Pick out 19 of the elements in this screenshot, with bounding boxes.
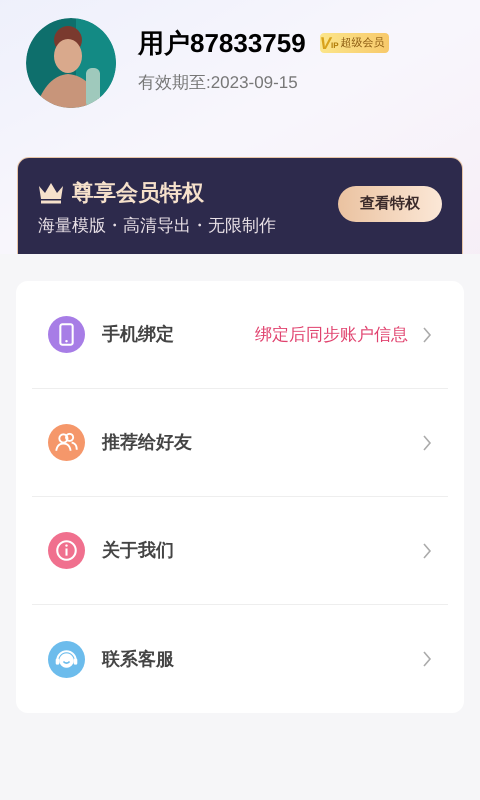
chevron-right-icon [422,326,432,342]
menu-label: 关于我们 [102,539,174,562]
banner-subtitle: 海量模版・高清导出・无限制作 [38,215,276,237]
chevron-right-icon [422,434,432,450]
chevron-right-icon [422,542,432,558]
menu-item[interactable]: 推荐给好友 [32,389,448,497]
menu-label: 手机绑定 [102,323,174,346]
menu-item[interactable]: 关于我们 [32,497,448,605]
username: 用户87833759 [138,30,306,56]
view-privileges-button[interactable]: 查看特权 [338,186,442,222]
menu-label: 联系客服 [102,648,174,670]
chevron-right-icon [422,651,432,667]
menu-label: 推荐给好友 [102,431,192,454]
menu-item[interactable]: 联系客服 [32,605,448,713]
crown-icon [38,182,64,204]
banner-title: 尊享会员特权 [72,179,204,207]
menu-hint: 绑定后同步账户信息 [255,324,408,346]
expiry-date: 有效期至:2023-09-15 [138,72,299,94]
menu-item[interactable]: 手机绑定 绑定后同步账户信息 [32,281,448,389]
